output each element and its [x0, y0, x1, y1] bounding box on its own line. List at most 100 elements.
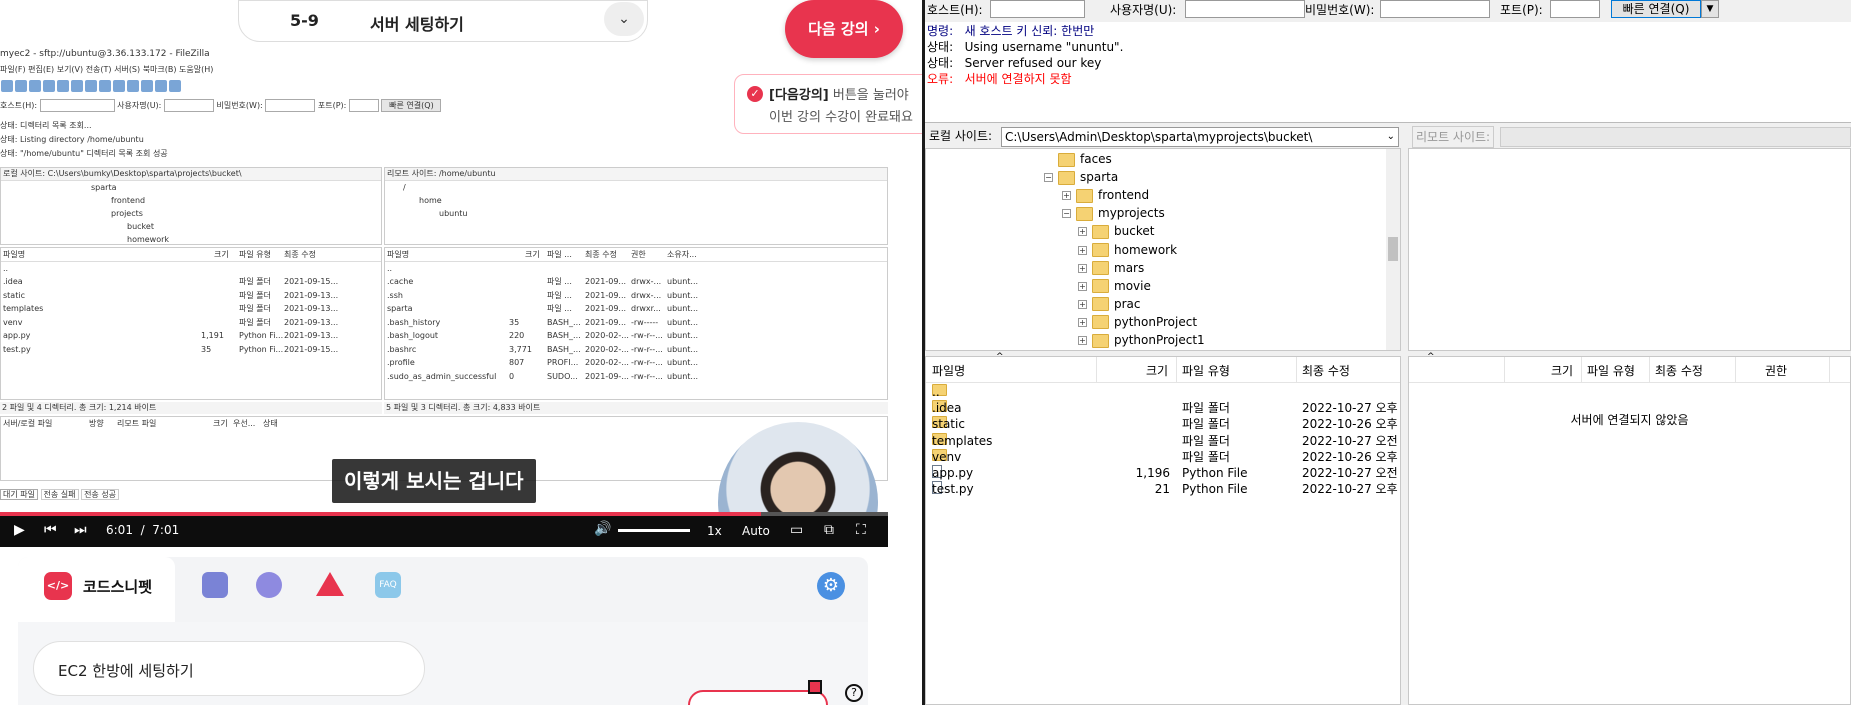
- quality-button[interactable]: Auto: [742, 524, 770, 538]
- tree-item[interactable]: faces: [1058, 150, 1112, 168]
- fz-menu-item: 보기(V): [56, 65, 84, 74]
- chevron-down-icon[interactable]: ⌄: [1387, 127, 1395, 147]
- table-row[interactable]: venv 파일 폴더 2022-10-26 오후: [926, 448, 1400, 465]
- tree-item[interactable]: + pythonProject: [1078, 313, 1197, 331]
- collapse-icon[interactable]: −: [1062, 209, 1071, 219]
- expand-icon[interactable]: +: [1062, 191, 1071, 201]
- tree-item[interactable]: + movie: [1078, 277, 1151, 295]
- expand-icon[interactable]: +: [1078, 281, 1087, 291]
- expand-icon[interactable]: +: [1078, 227, 1087, 237]
- remote-status: 5 파일 및 3 디렉터리. 총 크기: 4,833 바이트: [384, 402, 888, 414]
- col-filename[interactable]: 파일명: [932, 362, 965, 379]
- user-label: 사용자명(U):: [117, 101, 162, 110]
- col-type[interactable]: 파일 유형: [1182, 362, 1230, 379]
- tree-scrollbar[interactable]: [1386, 149, 1400, 350]
- tree-item[interactable]: − sparta: [1044, 168, 1118, 186]
- next-lecture-button[interactable]: 다음 강의 ›: [785, 0, 903, 58]
- user-input[interactable]: [1185, 0, 1305, 18]
- password-input[interactable]: [1380, 0, 1490, 18]
- expand-icon[interactable]: +: [1078, 317, 1087, 327]
- faq-icon[interactable]: FAQ: [375, 572, 401, 598]
- col-modified[interactable]: 최종 수정: [1302, 362, 1350, 379]
- remote-path-input[interactable]: [1500, 127, 1851, 147]
- fz-local-path: 로컬 사이트: C:\Users\bumky\Desktop\sparta\pr…: [1, 168, 381, 181]
- port-input: [348, 99, 379, 112]
- toolbar-icon: [15, 80, 27, 92]
- table-row[interactable]: app.py 1,196 Python File 2022-10-27 오전: [926, 465, 1400, 481]
- toast-line1: [다음강의] 버튼을 눌러야: [769, 88, 909, 103]
- pip-icon[interactable]: ⧉: [824, 522, 834, 538]
- not-connected-message: 서버에 연결되지 않았음: [1570, 413, 1689, 427]
- fz-remote-tree: 리모트 사이트: /home/ubuntu / home ubuntu: [384, 167, 888, 245]
- toolbar-icon: [99, 80, 111, 92]
- volume-icon[interactable]: 🔊: [594, 521, 611, 537]
- captions-icon[interactable]: ▭: [790, 522, 803, 538]
- port-input[interactable]: [1550, 0, 1600, 18]
- joystick-icon[interactable]: [808, 680, 822, 694]
- tree-item[interactable]: + bucket: [1078, 222, 1154, 240]
- expand-icon[interactable]: +: [1078, 299, 1087, 309]
- gear-icon[interactable]: ⚙: [817, 572, 845, 600]
- table-row[interactable]: ..: [926, 384, 1400, 400]
- warning-icon[interactable]: [316, 572, 344, 596]
- tree-item: projects: [111, 209, 143, 218]
- play-icon[interactable]: ▶: [14, 522, 25, 538]
- tree-item[interactable]: + prac: [1078, 295, 1141, 313]
- log-row: 오류: 서버에 연결하지 못함: [927, 72, 1072, 86]
- quickconnect-bar: 호스트(H): 사용자명(U): 비밀번호(W): 포트(P): 빠른 연결(Q…: [925, 0, 1851, 20]
- chevron-down-icon[interactable]: ⌄: [604, 2, 644, 36]
- table-row: venv 파일 폴더 2021-09-13...: [3, 317, 339, 327]
- tree-item[interactable]: + homework: [1078, 241, 1177, 259]
- remote-site-bar: 리모트 사이트:: [1408, 126, 1851, 148]
- port-label: 포트(P):: [317, 101, 347, 110]
- collapse-icon[interactable]: −: [1044, 173, 1053, 183]
- col-permission[interactable]: 권한: [1765, 362, 1787, 379]
- table-row[interactable]: static 파일 폴더 2022-10-26 오후: [926, 416, 1400, 432]
- previous-icon[interactable]: ⏮: [44, 522, 57, 538]
- toolbar-icon: [113, 80, 125, 92]
- floating-button[interactable]: [688, 690, 828, 705]
- list-header: 파일명 크기 파일 유형 최종 수정: [1, 248, 381, 262]
- fz-menu-item: 북마크(B): [142, 65, 177, 74]
- list-header: 파일명 ^ 크기 파일 유형 최종 수정: [926, 352, 1400, 383]
- quickconnect-button[interactable]: 빠른 연결(Q): [1611, 0, 1701, 18]
- col-type[interactable]: 파일 유형: [1587, 362, 1635, 379]
- col-modified[interactable]: 최종 수정: [1655, 362, 1703, 379]
- folder-icon: [1076, 206, 1093, 221]
- tree-item[interactable]: − myprojects: [1062, 204, 1165, 222]
- tree-item[interactable]: + pythonProject1: [1078, 331, 1205, 349]
- table-row: .ssh 파일 ... 2021-09... drwx-... ubunt...: [387, 290, 699, 300]
- host-input[interactable]: [990, 0, 1085, 18]
- next-lecture-toast: ✓ [다음강의] 버튼을 눌러야 이번 강의 수강이 완료돼요: [734, 74, 922, 134]
- speed-button[interactable]: 1x: [707, 524, 722, 538]
- code-snippet-icon: </>: [44, 572, 72, 600]
- table-row[interactable]: test.py 21 Python File 2022-10-27 오후: [926, 481, 1400, 497]
- next-icon[interactable]: ⏭: [74, 522, 87, 538]
- toolbar-icon: [141, 80, 153, 92]
- fullscreen-icon[interactable]: ⛶: [856, 522, 866, 538]
- expand-icon[interactable]: +: [1078, 336, 1087, 345]
- col-size[interactable]: 크기: [1551, 362, 1573, 379]
- table-row[interactable]: .idea 파일 폴더 2022-10-27 오후: [926, 400, 1400, 416]
- checklist-icon[interactable]: [202, 572, 228, 598]
- table-row: .bash_history 35 BASH_... 2021-09... -rw…: [387, 317, 699, 327]
- scroll-thumb[interactable]: [1388, 237, 1398, 261]
- volume-slider[interactable]: [618, 529, 690, 532]
- folder-icon: [1058, 170, 1075, 185]
- log-row: 상태: Listing directory /home/ubuntu: [0, 135, 144, 144]
- table-row[interactable]: templates 파일 폴더 2022-10-27 오전: [926, 432, 1400, 449]
- chat-icon[interactable]: [256, 572, 282, 598]
- folder-icon: [1092, 261, 1109, 276]
- local-path-input[interactable]: C:\Users\Admin\Desktop\sparta\myprojects…: [1001, 127, 1399, 147]
- quickconnect-dropdown[interactable]: ▼: [1701, 0, 1719, 18]
- folder-icon: [1092, 297, 1109, 312]
- tree-item[interactable]: + mars: [1078, 259, 1144, 277]
- tree-item[interactable]: + frontend: [1062, 186, 1149, 204]
- col-size[interactable]: 크기: [1146, 362, 1168, 379]
- check-icon: ✓: [747, 86, 763, 102]
- help-icon[interactable]: ?: [845, 684, 863, 702]
- tree-item: homework: [127, 235, 170, 244]
- expand-icon[interactable]: +: [1078, 263, 1087, 273]
- local-dir-tree: faces − sparta + frontend − myprojects + bucket +…: [925, 148, 1401, 351]
- expand-icon[interactable]: +: [1078, 245, 1087, 255]
